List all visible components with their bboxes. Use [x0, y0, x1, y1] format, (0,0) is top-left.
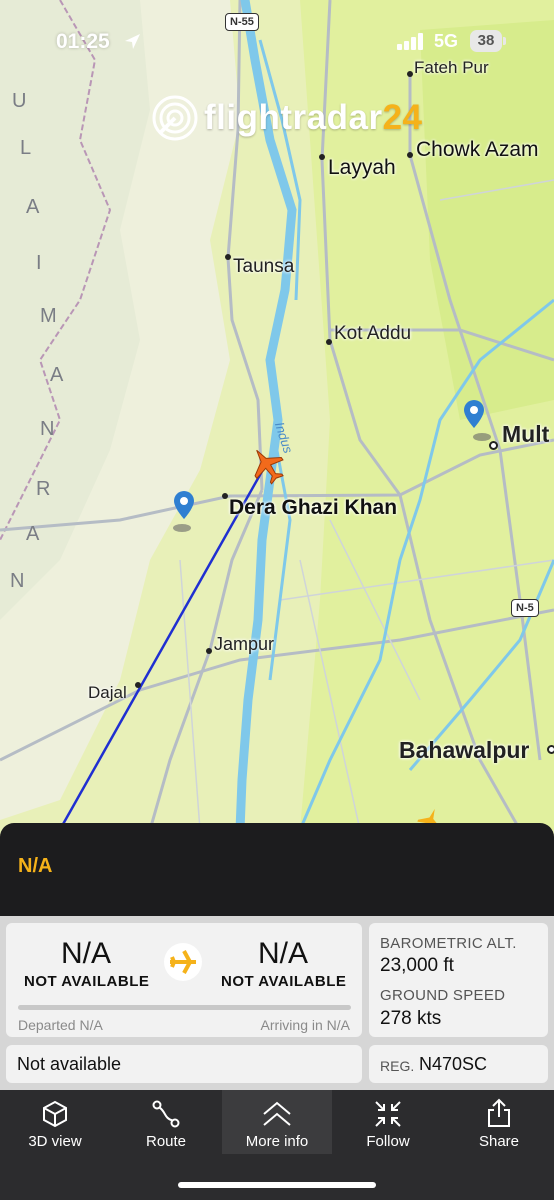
status-bar: 01:25 5G 38 [0, 0, 554, 86]
baro-alt-value: 23,000 ft [380, 955, 454, 976]
battery-level: 38 [470, 30, 502, 52]
city-dot [206, 648, 212, 654]
chevrons-up-icon [263, 1101, 291, 1126]
range-letter: A [50, 364, 66, 386]
tab-label: Share [478, 1133, 520, 1150]
ground-speed-label: GROUND SPEED [380, 987, 506, 1004]
destination-code: N/A [258, 937, 309, 970]
departed-text: Departed N/A [18, 1017, 103, 1033]
registration-card[interactable]: REG. N470SC [369, 1045, 548, 1083]
flight-callsign: N/A [18, 855, 53, 877]
status-time: 01:25 [56, 30, 110, 53]
follow-icon [375, 1101, 401, 1127]
radar-logo-icon [152, 95, 198, 141]
reg-label: REG. [380, 1058, 415, 1074]
route-icon [152, 1100, 180, 1128]
tab-follow[interactable]: Follow [333, 1090, 443, 1154]
city-dera-ghazi-khan: Dera Ghazi Khan [229, 496, 398, 519]
tab-share[interactable]: Share [444, 1090, 554, 1154]
range-letter: N [10, 570, 27, 592]
city-taunsa: Taunsa [233, 256, 295, 277]
range-letter: M [40, 305, 59, 327]
battery-cap [503, 37, 506, 45]
origin-name: NOT AVAILABLE [24, 973, 150, 990]
network-type: 5G [434, 31, 459, 51]
stats-card[interactable]: BAROMETRIC ALT. 23,000 ft GROUND SPEED 2… [369, 923, 548, 1037]
city-jampur: Jampur [214, 634, 275, 654]
city-dot [407, 152, 413, 158]
logo-text: flightradar24 [204, 98, 423, 137]
reg-value: N470SC [419, 1054, 488, 1074]
airplane-icon [170, 950, 196, 974]
city-dot [319, 154, 325, 160]
tab-more-info[interactable]: More info [222, 1090, 332, 1154]
flight-info-cards: N/A NOT AVAILABLE N/A NOT AVAILABLE Depa… [0, 916, 554, 1090]
baro-alt-label: BAROMETRIC ALT. [380, 935, 517, 952]
location-arrow-icon [125, 34, 140, 49]
city-bahawalpur: Bahawalpur [399, 737, 530, 763]
range-letter: A [26, 523, 42, 545]
range-letter: U [12, 90, 29, 112]
destination-name: NOT AVAILABLE [221, 973, 347, 990]
share-icon [488, 1098, 510, 1127]
plane-circle [164, 943, 202, 981]
highway-shield-n5: N-5 [511, 599, 539, 617]
city-dot [225, 254, 231, 260]
city-dot [135, 682, 141, 688]
aircraft-type: Not available [17, 1054, 122, 1074]
tab-label: Route [145, 1133, 187, 1150]
signal-bars-icon [397, 33, 423, 50]
city-chowk-azam: Chowk Azam [416, 138, 539, 161]
range-letter: N [40, 418, 57, 440]
route-card[interactable]: N/A NOT AVAILABLE N/A NOT AVAILABLE Depa… [6, 923, 362, 1037]
cube-icon [43, 1100, 67, 1128]
range-letter: I [36, 252, 44, 274]
home-indicator[interactable] [178, 1182, 376, 1188]
flightradar24-logo: flightradar24 [152, 95, 423, 141]
city-dot [222, 493, 228, 499]
range-letter: R [36, 478, 53, 500]
range-letter: L [20, 137, 34, 159]
ground-speed-value: 278 kts [380, 1008, 442, 1029]
city-dot [326, 339, 332, 345]
tab-3d-view[interactable]: 3D view [0, 1090, 110, 1154]
tab-label: 3D view [28, 1133, 82, 1150]
tab-label: More info [245, 1133, 309, 1150]
city-dot [547, 745, 554, 754]
city-multan: Mult [502, 421, 550, 447]
city-kot-addu: Kot Addu [334, 323, 412, 344]
tab-label: Follow [366, 1133, 410, 1150]
aircraft-type-card[interactable]: Not available [6, 1045, 362, 1083]
arriving-text: Arriving in N/A [260, 1017, 350, 1033]
origin-code: N/A [61, 937, 112, 970]
city-dajal: Dajal [88, 683, 127, 702]
tab-route[interactable]: Route [111, 1090, 221, 1154]
city-layyah: Layyah [328, 156, 396, 179]
progress-bar [18, 1005, 351, 1010]
city-dot [489, 441, 498, 450]
range-letter: A [26, 196, 42, 218]
